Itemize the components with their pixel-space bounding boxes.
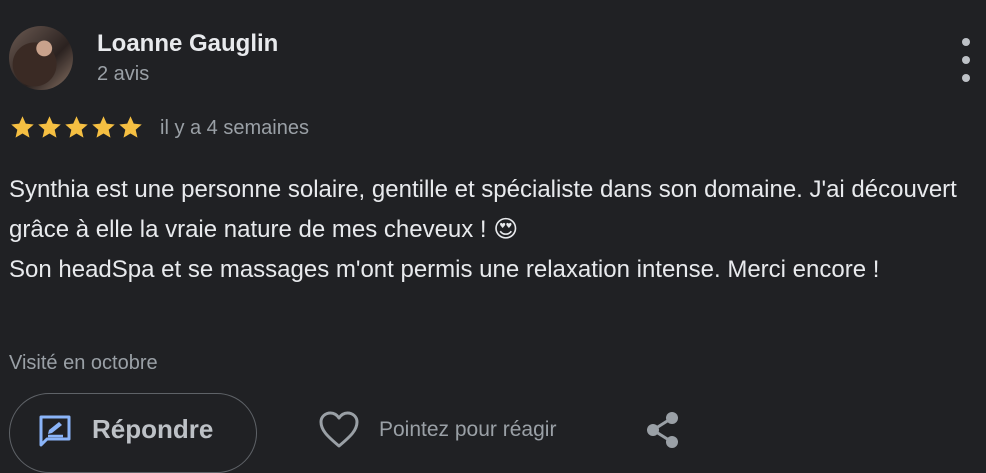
star-icon bbox=[11, 116, 34, 138]
reply-button[interactable]: Répondre bbox=[9, 393, 257, 473]
more-vert-icon-dot bbox=[962, 56, 970, 64]
reply-edit-icon bbox=[39, 415, 71, 447]
star-icon bbox=[119, 116, 142, 138]
react-label[interactable]: Pointez pour réagir bbox=[379, 418, 556, 442]
star-icon bbox=[38, 116, 61, 138]
more-vert-icon-dot bbox=[962, 38, 970, 46]
star-icon bbox=[92, 116, 115, 138]
star-rating bbox=[9, 114, 144, 141]
visit-info: Visité en octobre bbox=[9, 352, 158, 374]
more-vert-icon-dot bbox=[962, 74, 970, 82]
avatar[interactable] bbox=[9, 26, 73, 90]
review-text: Synthia est une personne solaire, gentil… bbox=[9, 176, 957, 283]
reply-label: Répondre bbox=[92, 414, 214, 444]
share-icon[interactable] bbox=[645, 410, 681, 450]
review-date: il y a 4 semaines bbox=[160, 117, 309, 139]
star-icon bbox=[65, 116, 88, 138]
reviewer-name[interactable]: Loanne Gauglin bbox=[97, 30, 278, 58]
heart-icon[interactable] bbox=[318, 410, 360, 450]
reviews-count[interactable]: 2 avis bbox=[97, 63, 149, 86]
more-options-button[interactable] bbox=[953, 38, 979, 82]
